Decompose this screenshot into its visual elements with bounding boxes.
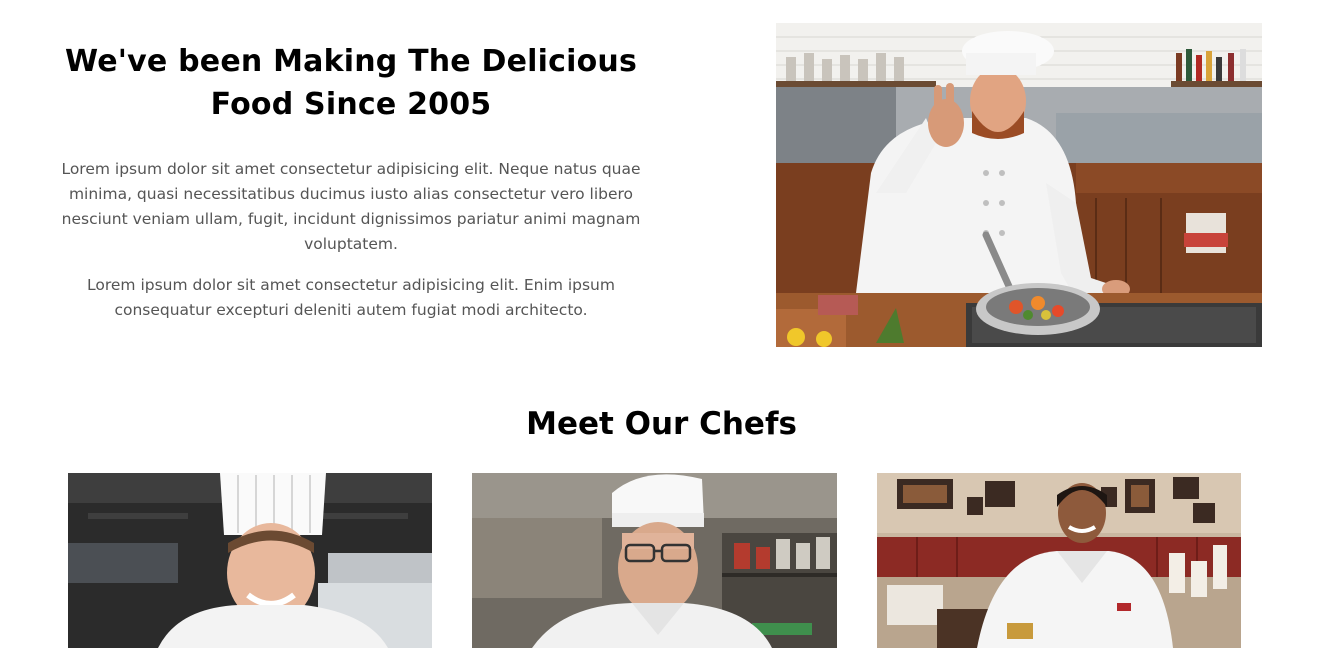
chef-photo-2	[472, 473, 837, 648]
about-section: We've been Making The Delicious Food Sin…	[0, 0, 1323, 370]
about-paragraph-2: Lorem ipsum dolor sit amet consectetur a…	[87, 276, 615, 319]
chefs-section-title: Meet Our Chefs	[526, 406, 797, 442]
about-paragraph-1: Lorem ipsum dolor sit amet consectetur a…	[61, 160, 641, 253]
chef-kitchen-photo	[776, 23, 1262, 347]
about-title: We've been Making The Delicious Food Sin…	[65, 44, 637, 122]
chef-photo-3	[877, 473, 1241, 648]
chef-photo-1	[68, 473, 432, 648]
about-text-block: We've been Making The Delicious Food Sin…	[50, 40, 652, 323]
